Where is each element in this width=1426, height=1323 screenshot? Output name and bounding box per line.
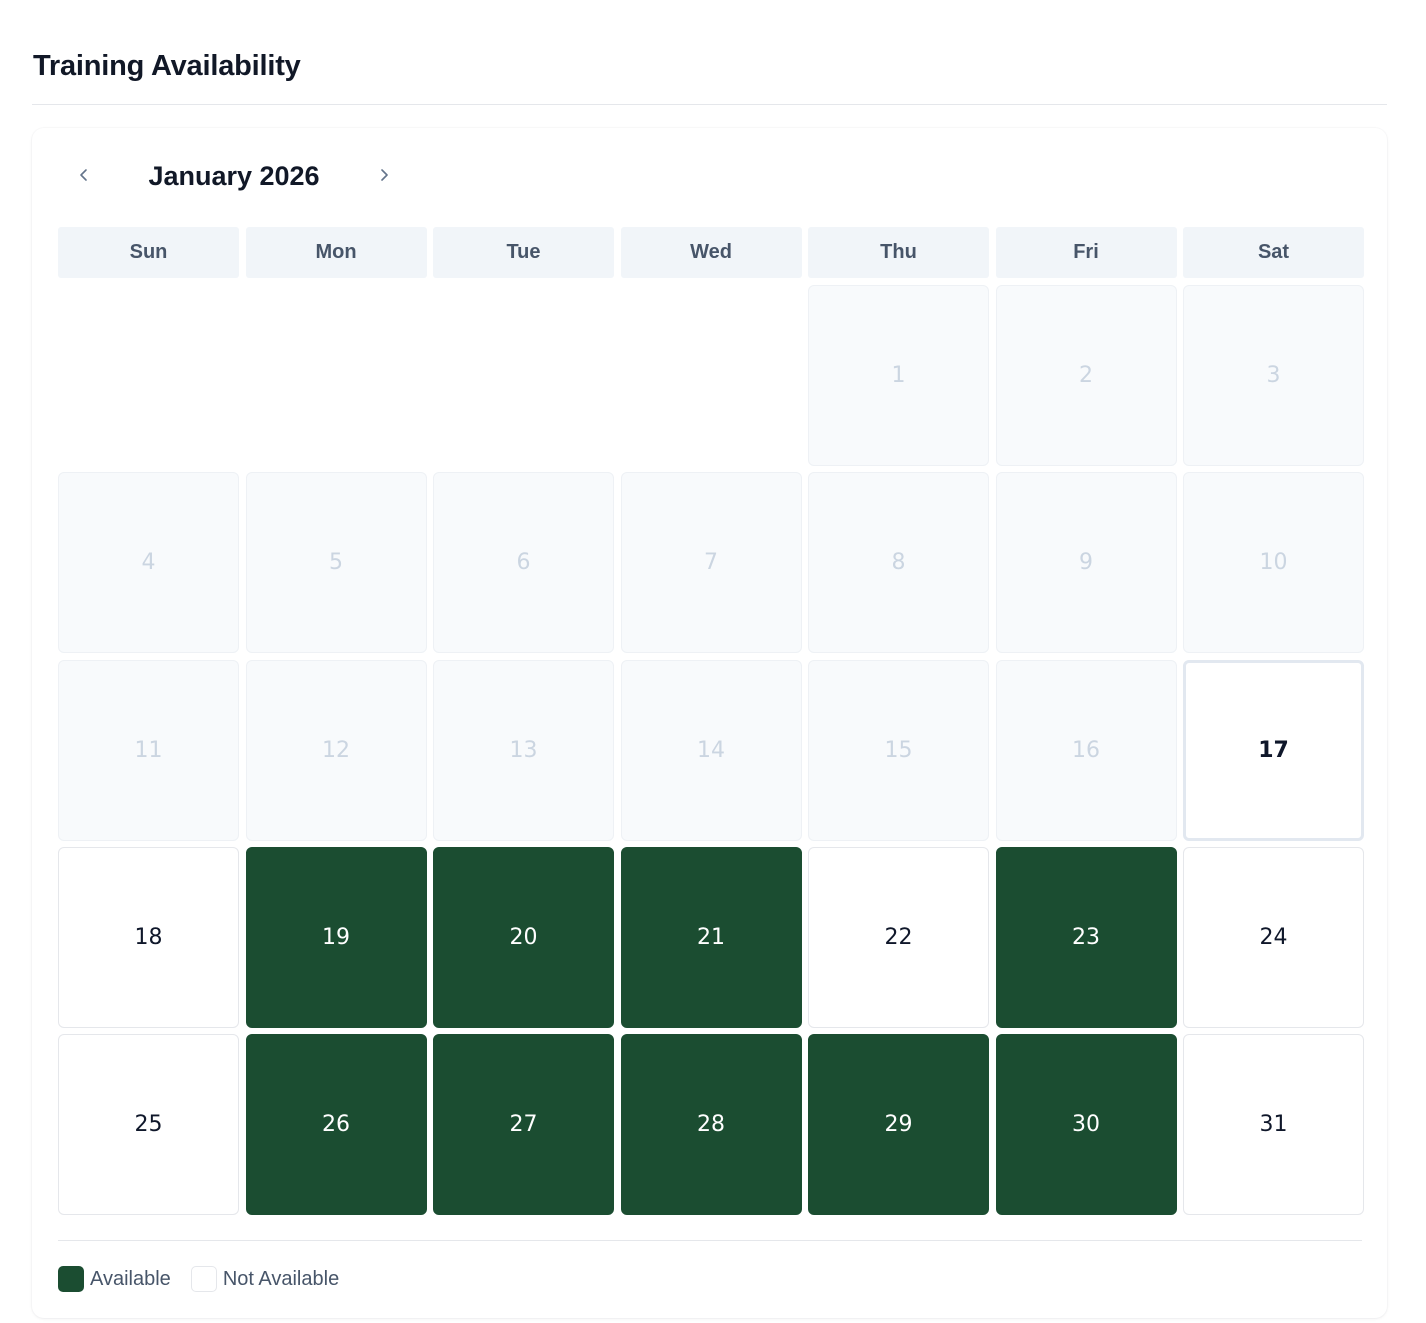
weekday-fri: Fri xyxy=(995,227,1177,278)
calendar-day-21[interactable]: 21 xyxy=(620,846,802,1028)
calendar-blank-cell xyxy=(246,285,427,466)
calendar-day-15: 15 xyxy=(808,659,989,841)
calendar-day-8: 8 xyxy=(808,472,989,654)
calendar-day-1: 1 xyxy=(808,285,989,466)
next-month-button[interactable] xyxy=(358,154,410,198)
legend-label-not-available: Not Available xyxy=(222,1267,340,1290)
calendar-day-6: 6 xyxy=(433,472,614,654)
weekday-header-row: Sun Mon Tue Wed Thu Fri Sat xyxy=(58,227,1364,278)
weekday-wed: Wed xyxy=(620,227,802,278)
title-divider xyxy=(32,104,1387,105)
calendar-day-10: 10 xyxy=(1183,472,1364,654)
calendar-day-31[interactable]: 31 xyxy=(1183,1034,1364,1216)
calendar-day-17-today[interactable]: 17 xyxy=(1183,659,1364,841)
month-label: January 2026 xyxy=(148,160,320,191)
chevron-left-icon xyxy=(77,168,91,185)
calendar-day-2: 2 xyxy=(995,285,1177,466)
page-title: Training Availability xyxy=(33,50,301,82)
calendar-day-16: 16 xyxy=(995,659,1177,841)
weekday-mon: Mon xyxy=(245,227,427,278)
calendar-day-11: 11 xyxy=(58,659,239,841)
calendar-day-28[interactable]: 28 xyxy=(620,1034,802,1216)
calendar-day-27[interactable]: 27 xyxy=(433,1034,614,1216)
chevron-right-icon xyxy=(377,168,391,185)
calendar-blank-cell xyxy=(58,285,239,466)
calendar-day-20[interactable]: 20 xyxy=(433,846,614,1028)
legend-divider xyxy=(58,1240,1362,1241)
weekday-sat: Sat xyxy=(1183,227,1364,278)
calendar-day-29[interactable]: 29 xyxy=(808,1034,989,1216)
calendar-day-3: 3 xyxy=(1183,285,1364,466)
calendar-day-18[interactable]: 18 xyxy=(58,846,239,1028)
calendar-day-14: 14 xyxy=(620,659,802,841)
calendar-day-19[interactable]: 19 xyxy=(245,846,427,1028)
weekday-thu: Thu xyxy=(808,227,989,278)
weekday-sun: Sun xyxy=(58,227,239,278)
calendar-day-30[interactable]: 30 xyxy=(995,1034,1177,1216)
calendar-card: January 2026 Sun Mon Tue Wed Thu Fri Sat… xyxy=(32,128,1387,1318)
calendar-day-23[interactable]: 23 xyxy=(995,846,1177,1028)
legend-item-available: Available xyxy=(58,1266,171,1292)
calendar-day-26[interactable]: 26 xyxy=(245,1034,427,1216)
legend-item-not-available: Not Available xyxy=(190,1266,340,1292)
calendar-blank-cell xyxy=(621,285,802,466)
calendar-day-4: 4 xyxy=(58,472,239,654)
calendar-blank-cell xyxy=(433,285,614,466)
previous-month-button[interactable] xyxy=(58,154,110,198)
calendar-day-5: 5 xyxy=(245,472,427,654)
calendar-day-24[interactable]: 24 xyxy=(1183,846,1364,1028)
legend-label-available: Available xyxy=(90,1267,171,1290)
legend: Available Not Available xyxy=(58,1266,359,1292)
not-available-swatch xyxy=(190,1266,217,1292)
month-navigation: January 2026 xyxy=(58,154,410,198)
calendar-day-9: 9 xyxy=(995,472,1177,654)
available-swatch xyxy=(58,1266,84,1292)
calendar-day-12: 12 xyxy=(245,659,427,841)
calendar-day-25[interactable]: 25 xyxy=(58,1034,239,1216)
weekday-tue: Tue xyxy=(433,227,614,278)
calendar-days-grid: 1 2 3 4 5 6 7 8 9 10 11 12 13 14 15 16 17 18 19 20 21 22 23 24 2… xyxy=(58,285,1364,1216)
calendar-day-22[interactable]: 22 xyxy=(808,846,989,1028)
calendar-day-13: 13 xyxy=(433,659,614,841)
calendar-day-7: 7 xyxy=(620,472,802,654)
training-availability-page: Training Availability January 2026 Sun M… xyxy=(0,0,1426,1323)
